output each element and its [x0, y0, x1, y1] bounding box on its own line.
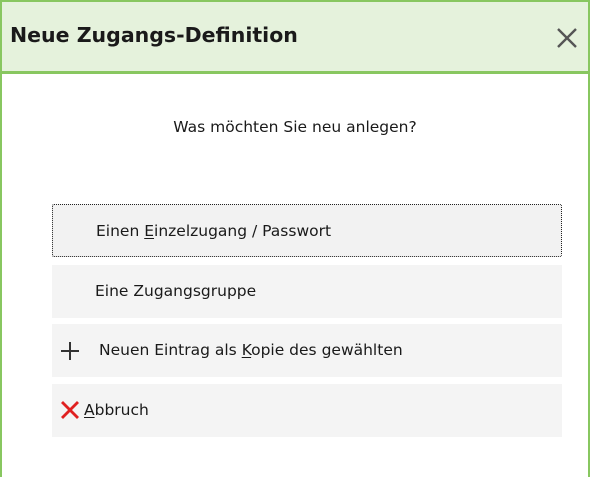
dialog-window: Neue Zugangs-Definition Was möchten Sie …: [0, 0, 590, 477]
option-label: Neuen Eintrag als Kopie des gewählten: [99, 341, 403, 359]
plus-icon: [60, 341, 80, 365]
option-copy-entry-button[interactable]: Neuen Eintrag als Kopie des gewählten: [52, 324, 562, 377]
close-button[interactable]: [556, 27, 578, 49]
cancel-x-icon: [60, 400, 80, 424]
option-single-access-button[interactable]: Einen Einzelzugang / Passwort: [52, 204, 562, 257]
option-label: Eine Zugangsgruppe: [95, 282, 257, 300]
option-label: Einen Einzelzugang / Passwort: [96, 222, 332, 240]
prompt-text: Was möchten Sie neu anlegen?: [173, 118, 417, 136]
option-label: Abbruch: [84, 401, 149, 419]
cancel-button[interactable]: Abbruch: [52, 384, 562, 437]
close-icon: [557, 28, 577, 48]
title-bar: Neue Zugangs-Definition: [2, 0, 588, 74]
dialog-title: Neue Zugangs-Definition: [10, 23, 298, 47]
option-access-group-button[interactable]: Eine Zugangsgruppe: [52, 265, 562, 318]
